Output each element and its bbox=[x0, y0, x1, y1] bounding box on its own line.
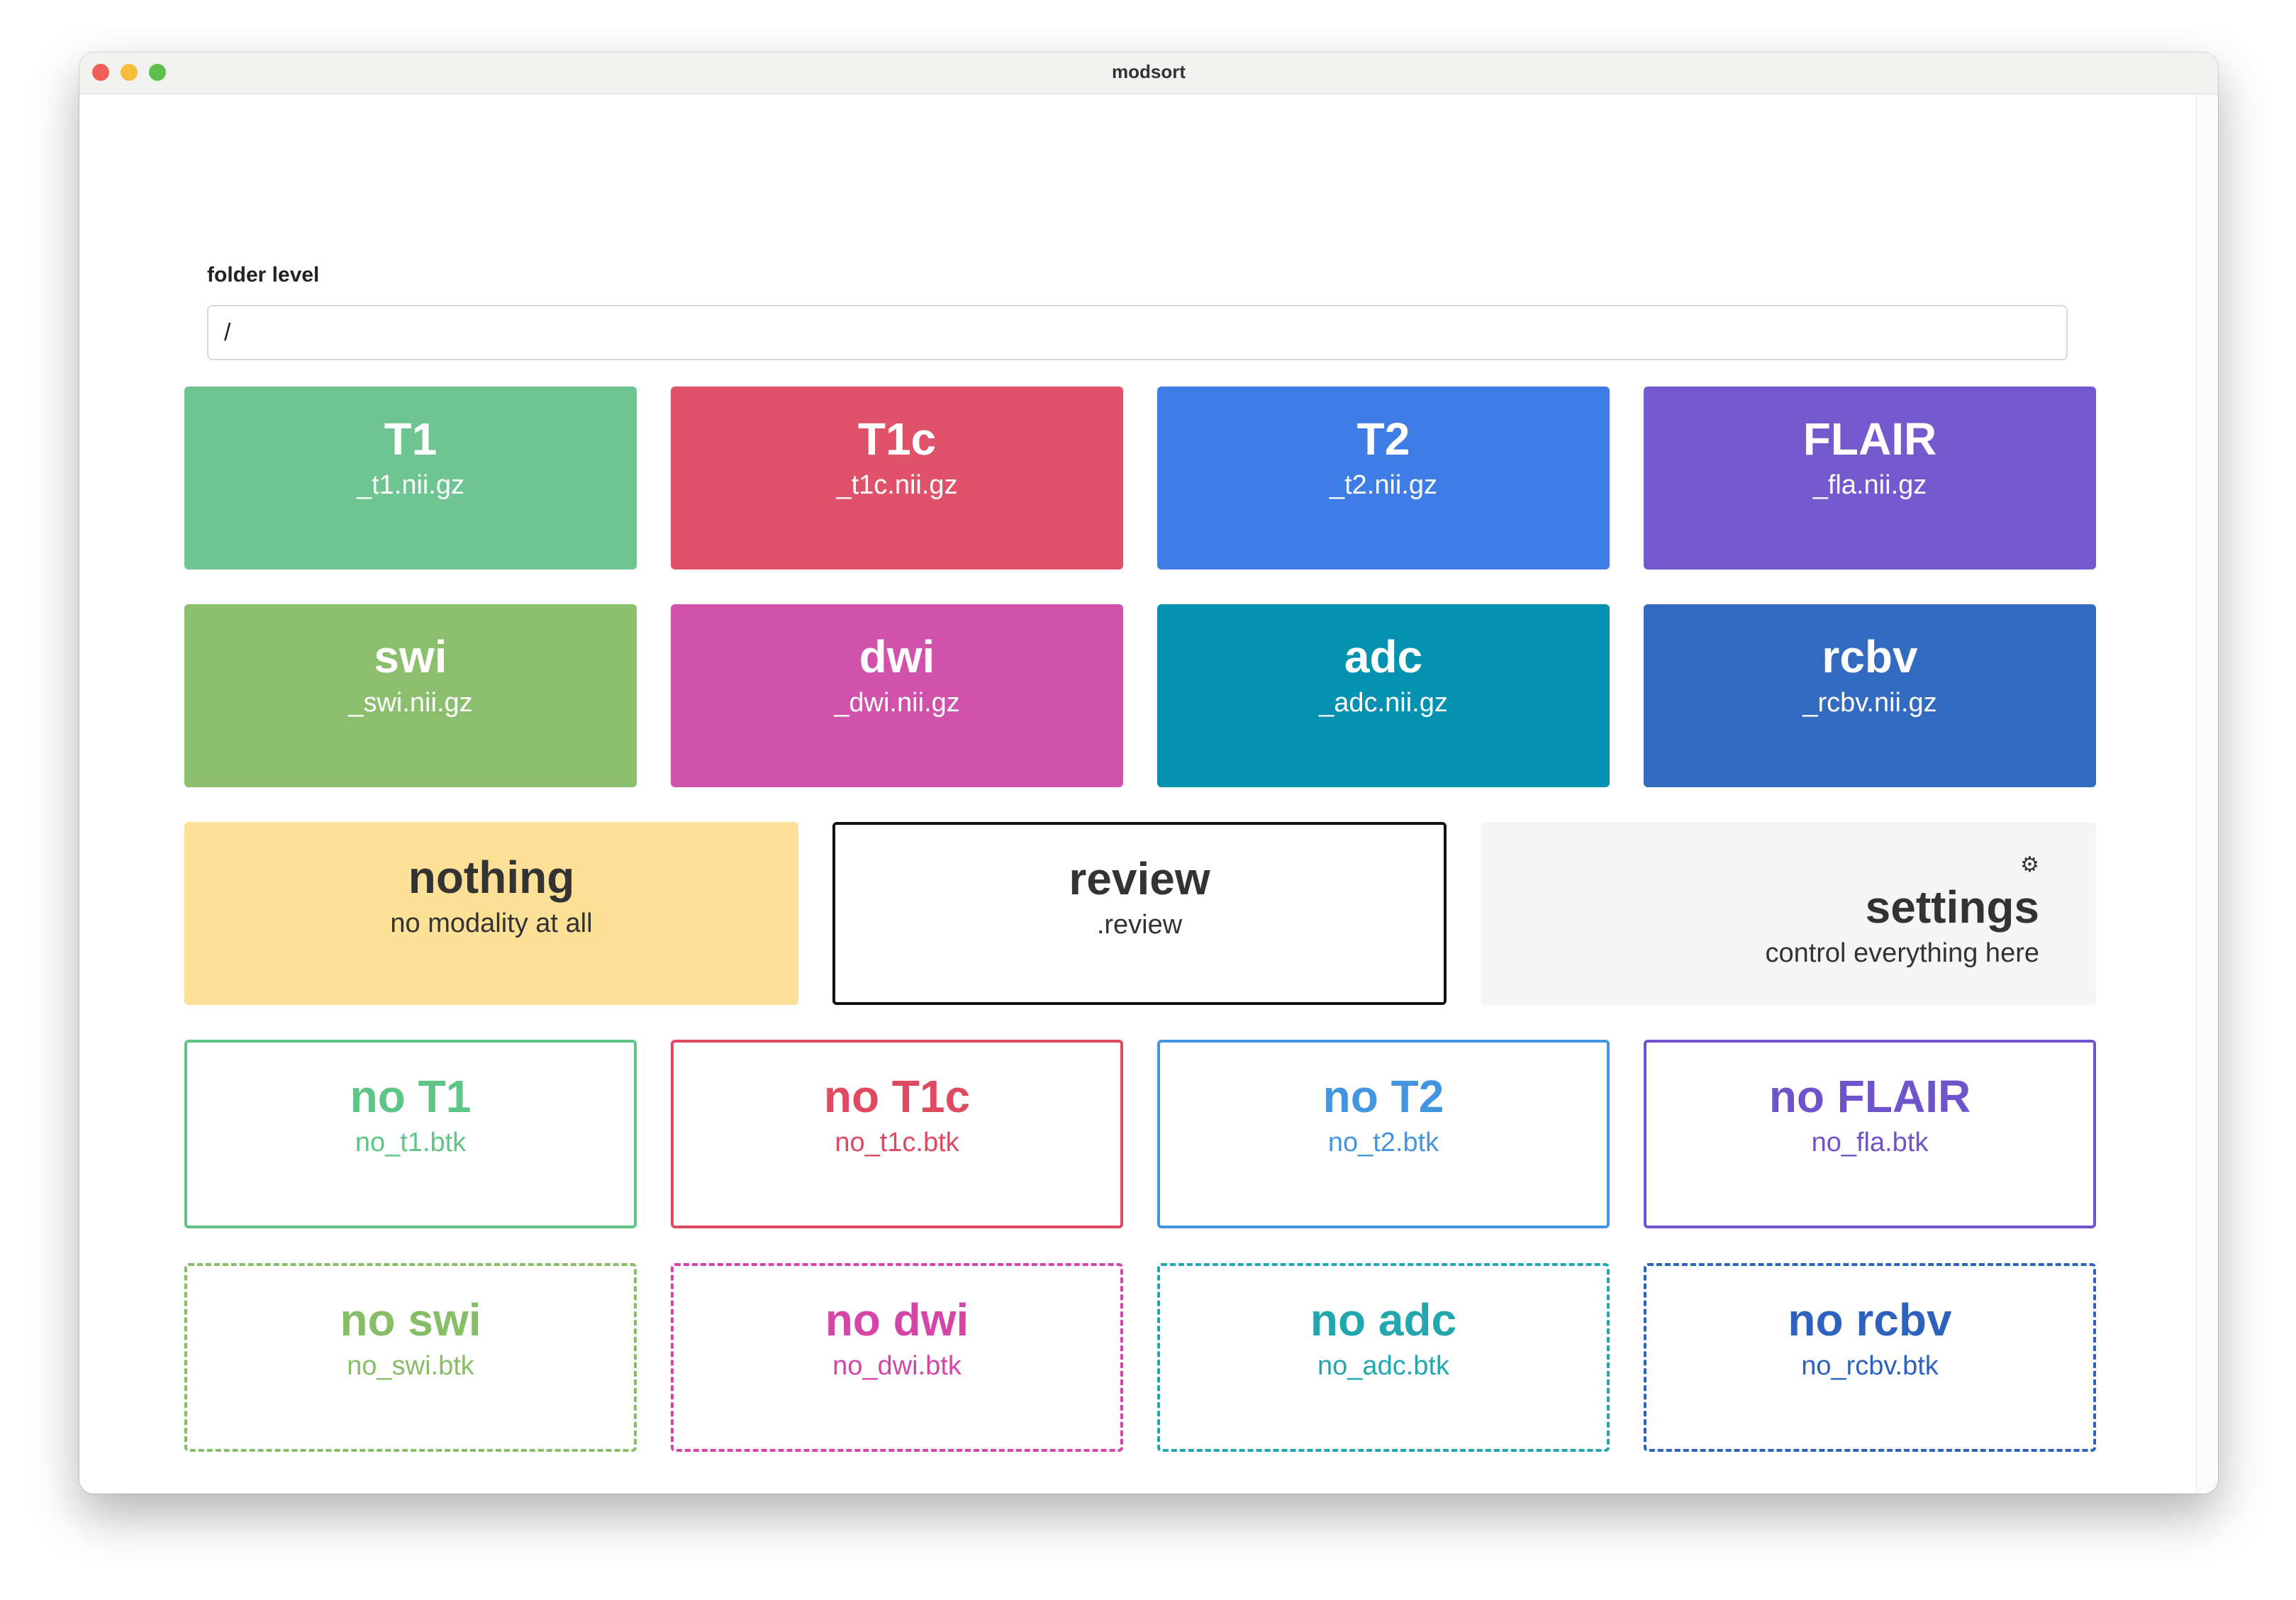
tile-title: review bbox=[1069, 853, 1210, 904]
exclude-tile-no-swi[interactable]: no swi no_swi.btk bbox=[184, 1263, 637, 1452]
tile-suffix: no_t2.btk bbox=[1327, 1128, 1439, 1157]
tile-title: rcbv bbox=[1822, 631, 1918, 682]
settings-tile[interactable]: ⚙ settings control everything here bbox=[1481, 822, 2096, 1005]
tile-suffix: _adc.nii.gz bbox=[1319, 688, 1448, 718]
tile-title: FLAIR bbox=[1802, 413, 1937, 465]
exclude-tile-no-t1[interactable]: no T1 no_t1.btk bbox=[184, 1040, 637, 1228]
modality-tile-dwi[interactable]: dwi _dwi.nii.gz bbox=[671, 604, 1123, 787]
window-title: modsort bbox=[1112, 61, 1186, 82]
tile-suffix: no_adc.btk bbox=[1317, 1351, 1449, 1381]
tile-suffix: no_rcbv.btk bbox=[1801, 1351, 1939, 1381]
folder-level-label: folder level bbox=[207, 263, 320, 287]
exclude-tile-no-t1c[interactable]: no T1c no_t1c.btk bbox=[671, 1040, 1123, 1228]
modality-tile-t1c[interactable]: T1c _t1c.nii.gz bbox=[671, 387, 1123, 570]
modality-tile-rcbv[interactable]: rcbv _rcbv.nii.gz bbox=[1644, 604, 2096, 787]
tile-suffix: _swi.nii.gz bbox=[348, 688, 473, 718]
tile-title: settings bbox=[1865, 882, 2039, 933]
modality-tile-adc[interactable]: adc _adc.nii.gz bbox=[1157, 604, 1610, 787]
tile-subtitle: no modality at all bbox=[390, 909, 593, 938]
tile-suffix: no_dwi.btk bbox=[832, 1351, 962, 1381]
folder-level-input[interactable] bbox=[207, 305, 2068, 360]
title-bar[interactable]: modsort bbox=[79, 52, 2218, 94]
tile-title: no rcbv bbox=[1788, 1294, 1952, 1345]
tile-suffix: no_swi.btk bbox=[347, 1351, 474, 1381]
exclude-tile-no-t2[interactable]: no T2 no_t2.btk bbox=[1157, 1040, 1610, 1228]
modality-tile-t1[interactable]: T1 _t1.nii.gz bbox=[184, 387, 637, 570]
tile-title: no T1c bbox=[823, 1071, 971, 1122]
app-window: modsort folder level T1 _t1.nii.gz T1c _… bbox=[79, 52, 2218, 1494]
tile-title: no adc bbox=[1310, 1294, 1457, 1345]
tile-title: no T2 bbox=[1322, 1071, 1444, 1122]
modality-tile-swi[interactable]: swi _swi.nii.gz bbox=[184, 604, 637, 787]
modality-tile-flair[interactable]: FLAIR _fla.nii.gz bbox=[1644, 387, 2096, 570]
tile-title: no FLAIR bbox=[1768, 1071, 1971, 1122]
nothing-tile[interactable]: nothing no modality at all bbox=[184, 822, 798, 1005]
tile-title: dwi bbox=[859, 631, 935, 682]
tile-title: T1 bbox=[384, 413, 438, 465]
tile-title: no T1 bbox=[350, 1071, 472, 1122]
gear-icon: ⚙ bbox=[2020, 853, 2039, 877]
review-tile[interactable]: review .review bbox=[832, 822, 1447, 1005]
tile-suffix: _rcbv.nii.gz bbox=[1802, 688, 1937, 718]
tile-suffix: no_fla.btk bbox=[1811, 1128, 1929, 1157]
tile-suffix: _t1.nii.gz bbox=[356, 470, 465, 500]
tile-suffix: _fla.nii.gz bbox=[1812, 470, 1927, 500]
exclude-tile-no-flair[interactable]: no FLAIR no_fla.btk bbox=[1644, 1040, 2096, 1228]
tile-title: T1c bbox=[857, 413, 937, 465]
exclude-tile-no-rcbv[interactable]: no rcbv no_rcbv.btk bbox=[1644, 1263, 2096, 1452]
vertical-scrollbar[interactable] bbox=[2196, 94, 2218, 1494]
tile-suffix: no_t1c.btk bbox=[835, 1128, 959, 1157]
main-content: folder level T1 _t1.nii.gz T1c _t1c.nii.… bbox=[79, 94, 2197, 1494]
tile-suffix: _t1c.nii.gz bbox=[836, 470, 958, 500]
tile-subtitle: control everything here bbox=[1765, 938, 2039, 968]
exclude-tile-no-adc[interactable]: no adc no_adc.btk bbox=[1157, 1263, 1610, 1452]
tile-suffix: .review bbox=[1096, 910, 1183, 940]
tile-title: T2 bbox=[1356, 413, 1410, 465]
tile-suffix: no_t1.btk bbox=[355, 1128, 467, 1157]
modality-tile-t2[interactable]: T2 _t2.nii.gz bbox=[1157, 387, 1610, 570]
tile-title: adc bbox=[1344, 631, 1423, 682]
tile-title: no swi bbox=[340, 1294, 481, 1345]
tile-suffix: _dwi.nii.gz bbox=[834, 688, 960, 718]
exclude-tile-no-dwi[interactable]: no dwi no_dwi.btk bbox=[671, 1263, 1123, 1452]
tile-title: nothing bbox=[408, 852, 575, 903]
tile-suffix: _t2.nii.gz bbox=[1329, 470, 1438, 500]
tile-title: swi bbox=[374, 631, 447, 682]
tile-title: no dwi bbox=[825, 1294, 969, 1345]
